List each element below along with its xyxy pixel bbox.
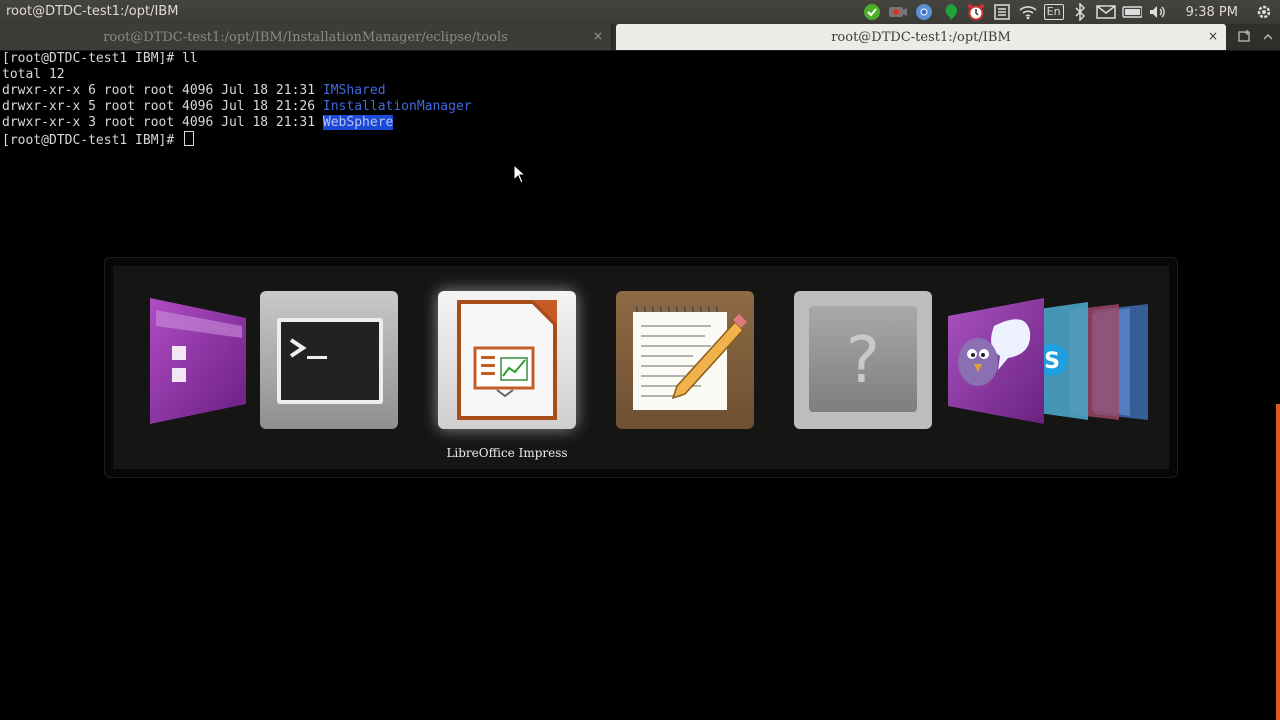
terminal-app-icon[interactable] [259,290,399,434]
tab-close-icon[interactable]: × [1208,29,1218,43]
video-record-icon[interactable] [888,2,908,22]
power-gear-icon[interactable] [1254,2,1274,22]
directory-name: IMShared [322,83,386,98]
libreoffice-impress-icon[interactable] [437,290,577,434]
tab-label: root@DTDC-test1:/opt/IBM/InstallationMan… [103,29,508,45]
terminal-prompt: [root@DTDC-test1 IBM]# [0,131,1274,148]
line-text: total 12 [2,67,65,82]
mouse-pointer-icon [513,163,527,188]
tab-close-icon[interactable]: × [593,29,603,43]
terminal-line: drwxr-xr-x 5 root root 4096 Jul 18 21:26… [0,99,1274,115]
new-tab-icon[interactable] [1236,28,1254,46]
text-editor-icon[interactable] [615,290,755,434]
notes-icon[interactable] [992,2,1012,22]
check-icon[interactable] [862,2,882,22]
wifi-icon[interactable] [1018,2,1038,22]
terminal-line: drwxr-xr-x 3 root root 4096 Jul 18 21:31… [0,115,1274,131]
selected-directory-name: WebSphere [322,115,394,130]
line-text: [root@DTDC-test1 IBM]# ll [2,51,198,66]
mail-icon[interactable] [1095,2,1116,22]
line-text: drwxr-xr-x 5 root root 4096 Jul 18 21:26 [2,99,323,114]
chromium-icon[interactable] [914,2,934,22]
battery-icon[interactable] [1121,2,1142,22]
unknown-app-icon[interactable]: ? [793,290,933,434]
window-title: root@DTDC-test1:/opt/IBM [6,4,179,19]
tab-bar: root@DTDC-test1:/opt/IBM/InstallationMan… [0,24,1280,51]
clock[interactable]: 9:38 PM [1186,5,1238,20]
keyboard-layout-icon[interactable]: En [1043,2,1064,22]
svg-text:S: S [1044,349,1060,374]
text-cursor [184,131,195,146]
keyboard-layout-label: En [1043,4,1064,20]
system-tray: En 9:38 PM [862,0,1274,24]
tab-menu-icon[interactable] [1262,28,1276,46]
prompt-text: [root@DTDC-test1 IBM]# [2,133,183,148]
terminal-line: drwxr-xr-x 6 root root 4096 Jul 18 21:31… [0,83,1274,99]
terminal-line: total 12 [0,67,1274,83]
directory-name: InstallationManager [322,99,472,114]
terminal-line: [root@DTDC-test1 IBM]# ll [0,51,1274,67]
files-app-icon[interactable] [148,296,248,430]
scrollbar-thumb[interactable] [1276,404,1280,720]
tab-label: root@DTDC-test1:/opt/IBM [831,29,1011,45]
top-panel: root@DTDC-test1:/opt/IBM En 9:38 PM [0,0,1280,24]
tab-opt-ibm[interactable]: root@DTDC-test1:/opt/IBM × [616,24,1226,50]
bluetooth-icon[interactable] [1070,2,1090,22]
line-text: drwxr-xr-x 6 root root 4096 Jul 18 21:31 [2,83,323,98]
svg-text:?: ? [846,324,880,398]
line-text: drwxr-xr-x 3 root root 4096 Jul 18 21:31 [2,115,323,130]
pidgin-icon[interactable] [946,296,1046,430]
volume-icon[interactable] [1148,2,1168,22]
tab-installation-manager-tools[interactable]: root@DTDC-test1:/opt/IBM/InstallationMan… [0,24,612,50]
hangouts-icon[interactable] [940,2,960,22]
selected-app-label: LibreOffice Impress [446,446,568,460]
alarm-clock-icon[interactable] [966,2,986,22]
